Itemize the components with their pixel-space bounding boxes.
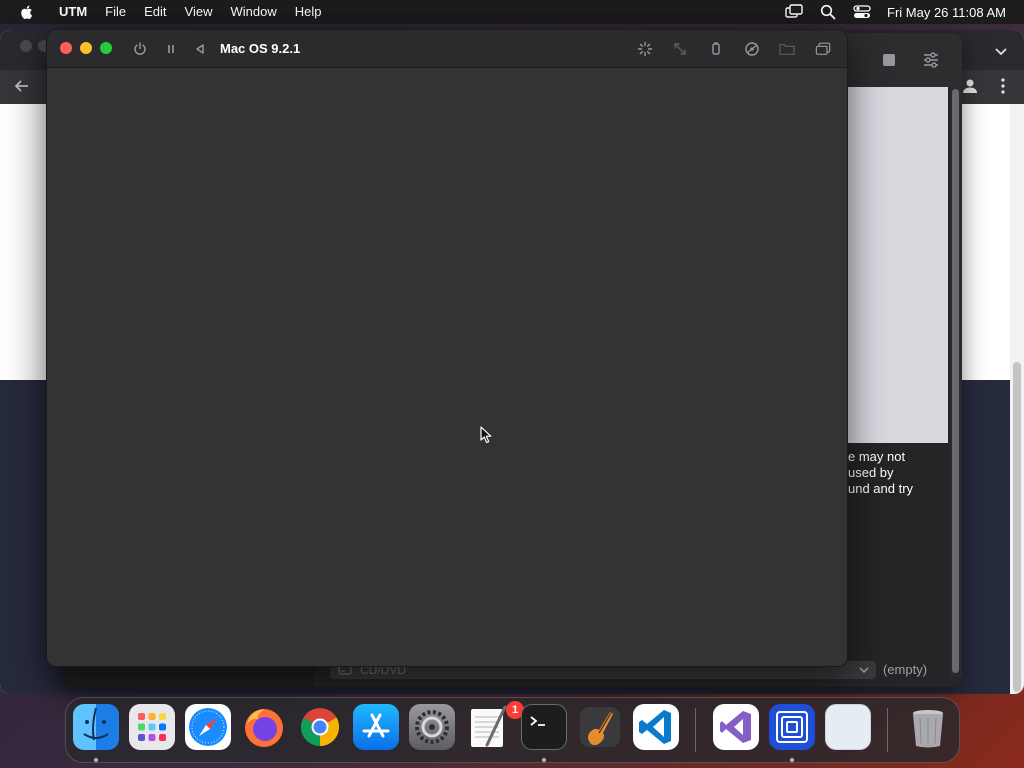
dock-app-store-icon[interactable] [353,704,399,750]
control-center-icon[interactable] [853,3,871,21]
dock: 1 [65,697,960,763]
dock-terminal-icon[interactable] [521,704,567,750]
usb-icon[interactable] [708,41,724,57]
dock-system-settings-icon[interactable] [409,704,455,750]
resize-icon[interactable] [672,41,688,57]
drive-icon[interactable] [744,41,760,57]
shared-folder-icon[interactable] [779,41,795,57]
screen-mirroring-icon[interactable] [785,3,803,21]
dock-separator [695,708,696,752]
close-button[interactable] [60,42,72,54]
menu-help[interactable]: Help [286,0,331,24]
vm-display-area[interactable] [47,69,847,666]
menu-file[interactable]: File [96,0,135,24]
library-sidebar-footer [62,665,314,687]
browser-scrollbar-thumb[interactable] [1013,362,1021,692]
menu-window[interactable]: Window [221,0,285,24]
menu-bar: UTM File Edit View Window Help Fri May 2… [0,0,1024,24]
menu-view[interactable]: View [176,0,222,24]
dock-safari-icon[interactable] [185,704,231,750]
menu-bar-clock[interactable]: Fri May 26 11:08 AM [887,5,1006,20]
dock-launchpad-icon[interactable] [129,704,175,750]
dock-finder-icon[interactable] [73,704,119,750]
dock-trash-icon[interactable] [905,704,951,750]
minimize-button[interactable] [80,42,92,54]
zoom-button[interactable] [100,42,112,54]
dock-vscode-icon[interactable] [633,704,679,750]
capture-input-icon[interactable] [637,41,653,57]
tab-list-chevron-icon[interactable] [992,42,1010,60]
settings-sliders-icon[interactable] [922,51,940,69]
spotlight-search-icon[interactable] [819,3,837,21]
stop-icon[interactable] [880,51,898,69]
dock-textedit-icon[interactable] [465,704,511,750]
vm-status-message: e may not used by und and try [848,449,914,496]
dock-separator-trash [887,708,888,752]
back-arrow-icon[interactable] [12,76,32,96]
mouse-pointer-icon [480,426,492,444]
dock-garageband-icon[interactable] [577,704,623,750]
library-scrollbar-thumb[interactable] [952,89,959,673]
menu-edit[interactable]: Edit [135,0,175,24]
vm-window-title: Mac OS 9.2.1 [220,41,301,56]
chevron-down-icon [859,667,869,674]
vm-preview-screenshot [848,87,948,443]
power-icon[interactable] [132,41,148,57]
dock-visual-studio-icon[interactable] [713,704,759,750]
dock-utm-icon[interactable] [769,704,815,750]
vm-window-titlebar: Mac OS 9.2.1 [47,30,847,68]
dock-firefox-icon[interactable] [241,704,287,750]
dock-preview-icon[interactable] [825,704,871,750]
drive-value: (empty) [883,662,928,677]
windows-icon[interactable] [815,41,831,57]
browser-menu-icon[interactable] [994,76,1012,96]
utm-running-indicator [790,758,794,762]
terminal-running-indicator [542,758,546,762]
apple-icon[interactable] [18,3,36,21]
finder-running-indicator [94,758,98,762]
pause-icon[interactable] [163,41,179,57]
menu-app-name[interactable]: UTM [50,0,96,24]
browser-close-button[interactable] [20,40,32,52]
dock-chrome-icon[interactable] [297,704,343,750]
profile-icon[interactable] [960,76,980,96]
restart-icon[interactable] [192,41,208,57]
vm-display-window: Mac OS 9.2.1 [46,29,848,667]
